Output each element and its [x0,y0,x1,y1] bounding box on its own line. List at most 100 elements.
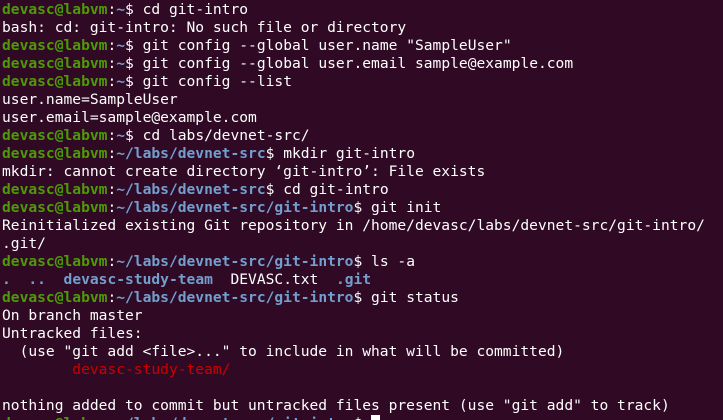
prompt-dollar: $ [353,289,372,306]
ls-gap [46,271,64,288]
output-text: Reinitialized existing Git repository in… [2,217,705,234]
prompt-dollar: $ [125,55,143,72]
prompt-line: devasc@labvm:~$ cd labs/devnet-src/ [2,127,723,145]
prompt-dollar: $ [125,73,143,90]
prompt-path: ~ [116,55,126,72]
prompt-dollar: $ [125,127,143,144]
prompt-line: devasc@labvm:~$ git config --global user… [2,37,723,55]
output-line: Untracked files: [2,325,723,343]
output-text: Untracked files: [2,325,143,342]
prompt-path: ~ [116,73,126,90]
prompt-line: devasc@labvm:~$ git config --list [2,73,723,91]
prompt-dollar: $ [353,253,372,270]
output-line: mkdir: cannot create directory ‘git-intr… [2,163,723,181]
prompt-user-host: devasc@labvm [2,1,108,18]
prompt-path: ~/labs/devnet-src [116,145,266,162]
command-text: cd git-intro [142,1,249,18]
output-text: mkdir: cannot create directory ‘git-intr… [2,163,486,180]
prompt-user-host: devasc@labvm [2,415,107,420]
prompt-path: ~/labs/devnet-src/git-intro [116,199,354,216]
output-text: user.email=sample@example.com [2,109,257,126]
prompt-user-host: devasc@labvm [2,73,108,90]
prompt-line: devasc@labvm:~$ git config --global user… [2,55,723,73]
prompt-user-host: devasc@labvm [2,181,108,198]
output-line: bash: cd: git-intro: No such file or dir… [2,19,723,37]
prompt-path: ~ [116,127,126,144]
prompt-user-host: devasc@labvm [2,127,108,144]
prompt-colon: : [107,55,117,72]
output-text: nothing added to commit but untracked fi… [2,397,670,414]
output-line: user.email=sample@example.com [2,109,723,127]
untracked-file-line: devasc-study-team/ [2,361,723,379]
prompt-colon: : [107,37,117,54]
prompt-path: ~/labs/devnet-src [116,181,266,198]
prompt-path: ~/labs/devnet-src/git-intro [116,289,354,306]
untracked-file-name: devasc-study-team/ [72,361,231,378]
ls-entry-directory: devasc-study-team [63,271,213,288]
output-line: (use "git add <file>..." to include in w… [2,343,723,361]
command-text: cd labs/devnet-src/ [142,127,310,144]
prompt-dollar: $ [265,145,284,162]
ls-gap [11,271,29,288]
prompt-line: devasc@labvm:~/labs/devnet-src/git-intro… [2,199,723,217]
output-text: user.name=SampleUser [2,91,178,108]
prompt-dollar: $ [353,199,372,216]
prompt-user-host: devasc@labvm [2,145,108,162]
prompt-user-host: devasc@labvm [2,289,108,306]
output-text: bash: cd: git-intro: No such file or dir… [2,19,407,36]
command-text: ls -a [371,253,415,270]
prompt-line: devasc@labvm:~$ cd git-intro [2,1,723,19]
prompt-colon: : [107,415,116,420]
terminal-cursor[interactable] [371,415,381,420]
ls-entry-file: DEVASC.txt [230,271,319,288]
output-line: .git/ [2,235,723,253]
output-text: .git/ [2,235,46,252]
ls-entry-directory: .git [335,271,372,288]
prompt-colon: : [107,127,117,144]
ls-gap [213,271,231,288]
prompt-path: ~ [116,37,126,54]
prompt-colon: : [107,145,117,162]
command-text: git config --global user.name "SampleUse… [142,37,512,54]
output-line: nothing added to commit but untracked fi… [2,397,723,415]
prompt-colon: : [107,181,117,198]
prompt-line: devasc@labvm:~/labs/devnet-src/git-intro… [2,415,723,420]
prompt-colon: : [107,253,117,270]
prompt-user-host: devasc@labvm [2,37,108,54]
command-text: git status [371,289,459,306]
output-line: user.name=SampleUser [2,91,723,109]
prompt-dollar: $ [125,1,143,18]
command-text: git config --list [142,73,292,90]
ls-output-line: . .. devasc-study-team DEVASC.txt .git [2,271,723,289]
prompt-dollar: $ [265,181,284,198]
prompt-line: devasc@labvm:~/labs/devnet-src/git-intro… [2,289,723,307]
prompt-colon: : [107,199,117,216]
command-text: git config --global user.email sample@ex… [142,55,574,72]
prompt-dollar: $ [353,415,371,420]
prompt-colon: : [107,289,117,306]
prompt-path: ~ [116,1,126,18]
prompt-line: devasc@labvm:~/labs/devnet-src$ cd git-i… [2,181,723,199]
prompt-colon: : [107,1,117,18]
prompt-path: ~/labs/devnet-src/git-intro [116,253,354,270]
terminal-window[interactable]: devasc@labvm:~$ cd git-intro bash: cd: gi… [0,0,723,420]
output-text: (use "git add <file>..." to include in w… [2,343,565,360]
ls-entry-directory: . [2,271,11,288]
ls-entry-directory: .. [28,271,46,288]
prompt-user-host: devasc@labvm [2,55,108,72]
prompt-line: devasc@labvm:~/labs/devnet-src/git-intro… [2,253,723,271]
prompt-colon: : [107,73,117,90]
prompt-user-host: devasc@labvm [2,199,108,216]
output-line: Reinitialized existing Git repository in… [2,217,723,235]
output-line: On branch master [2,307,723,325]
ls-gap [318,271,336,288]
command-text: mkdir git-intro [283,145,415,162]
prompt-dollar: $ [125,37,143,54]
prompt-line: devasc@labvm:~/labs/devnet-src$ mkdir gi… [2,145,723,163]
command-text: git init [371,199,442,216]
prompt-path: ~/labs/devnet-src/git-intro [116,415,353,420]
command-text: cd git-intro [283,181,389,198]
output-text: On branch master [2,307,143,324]
